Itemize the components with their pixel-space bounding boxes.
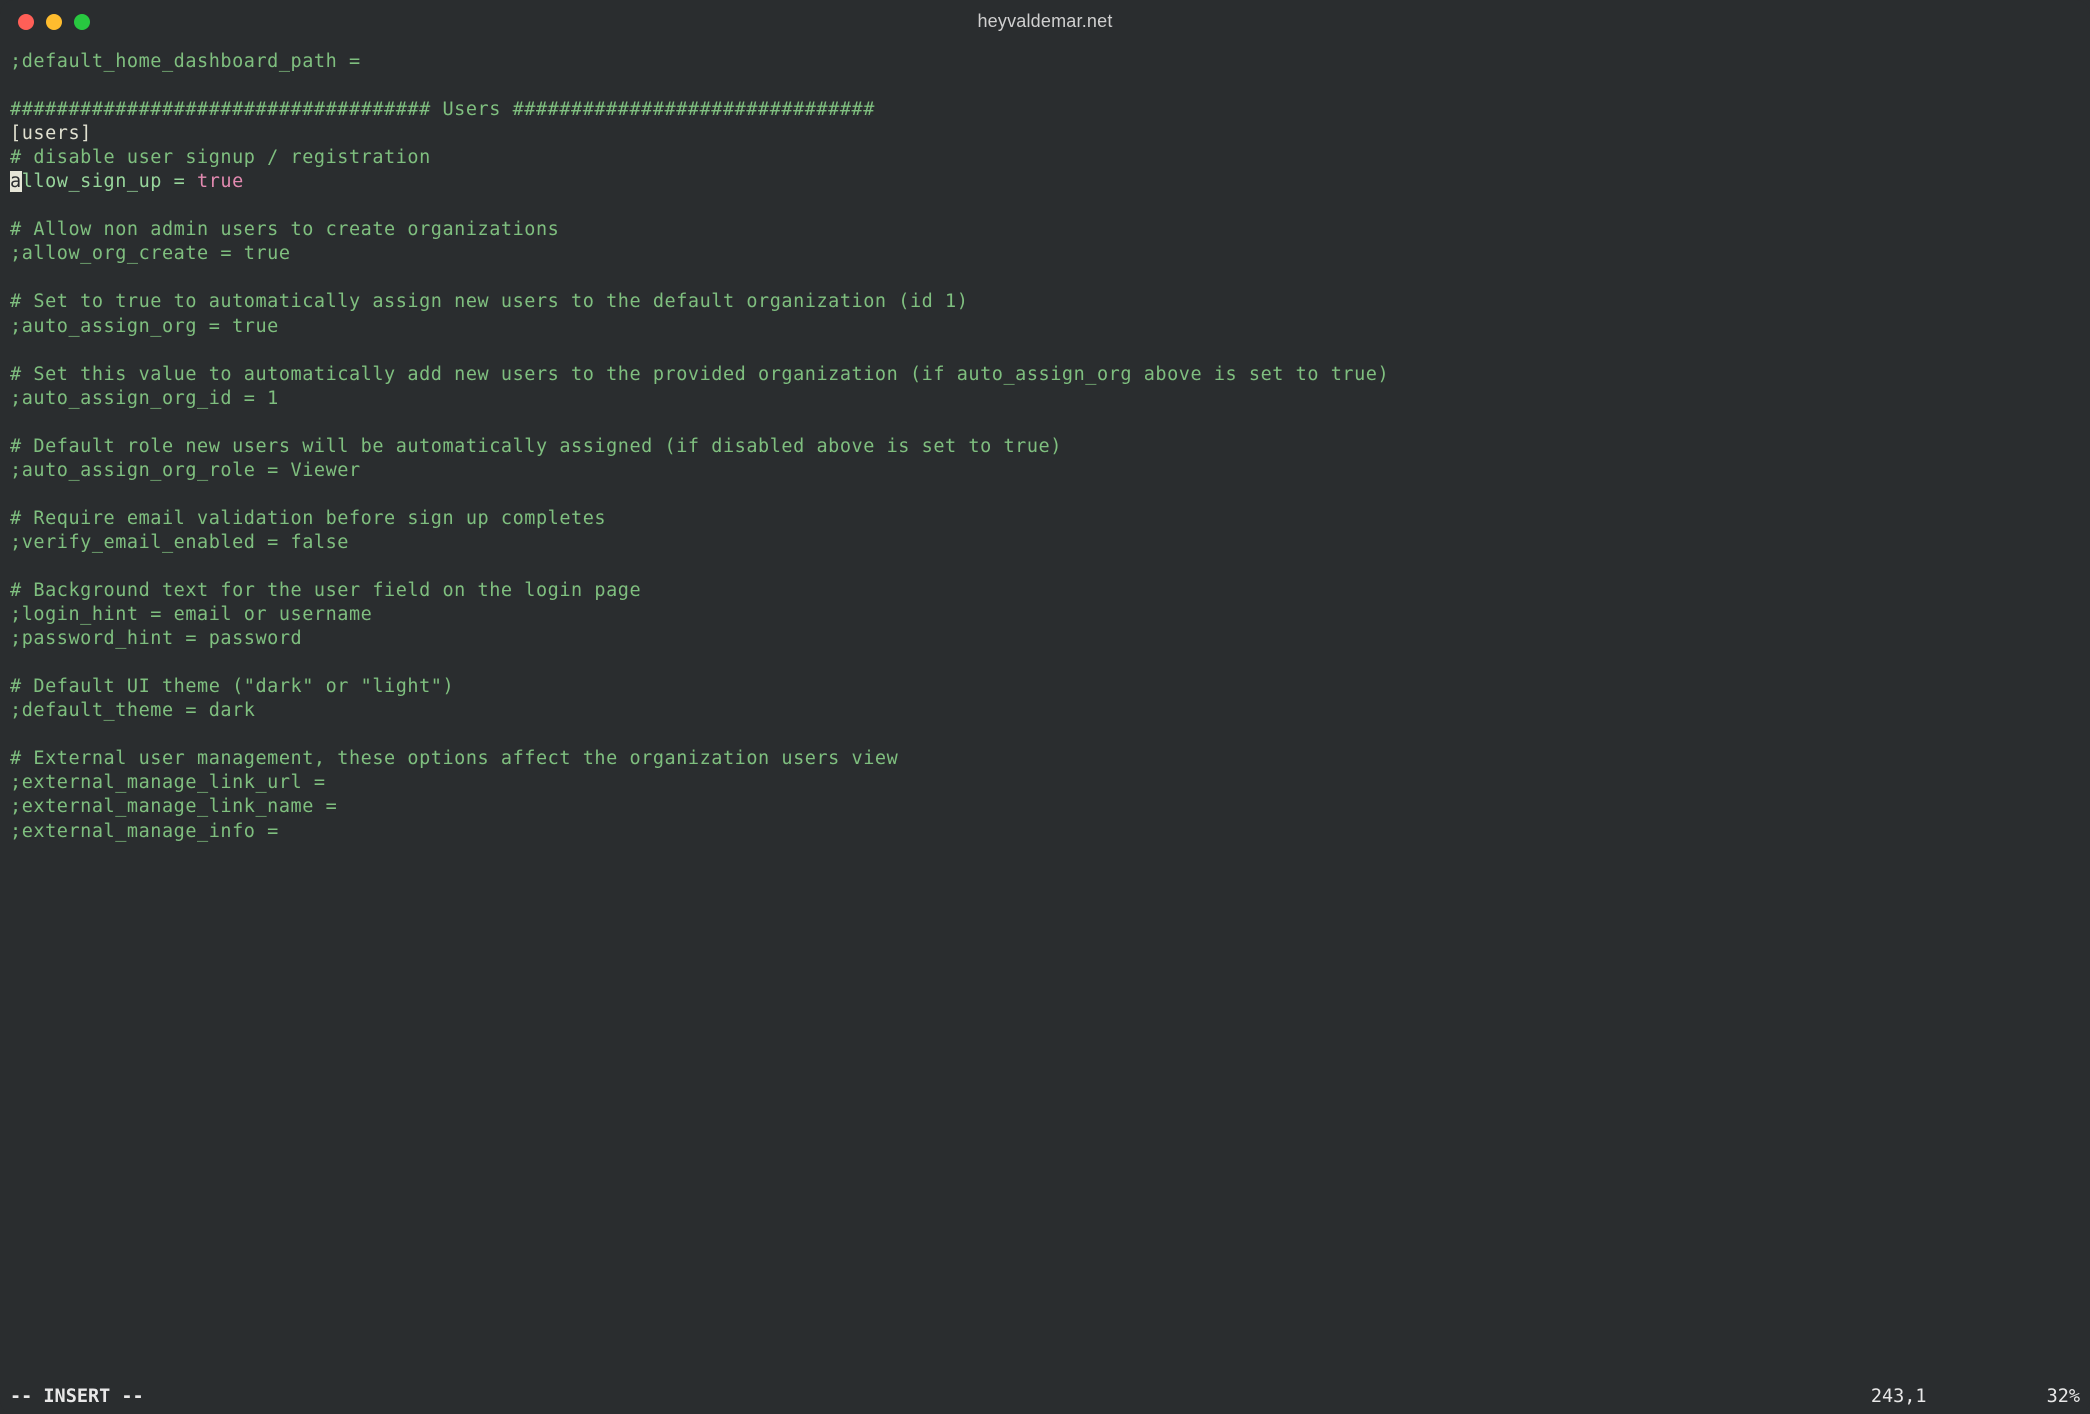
titlebar: heyvaldemar.net (0, 0, 2090, 44)
comment-line: # Set to true to automatically assign ne… (10, 291, 968, 312)
comment-line: # Default role new users will be automat… (10, 436, 1062, 457)
comment-line: # Set this value to automatically add ne… (10, 364, 1389, 385)
comment-line: # Require email validation before sign u… (10, 508, 606, 529)
config-line: ;auto_assign_org_role = Viewer (10, 460, 361, 481)
comment-line: # External user management, these option… (10, 748, 898, 769)
config-line: ;external_manage_link_name = (10, 796, 337, 817)
section-users: [users] (10, 123, 92, 144)
vim-mode: -- INSERT -- (10, 1385, 144, 1409)
config-line: ;default_home_dashboard_path = (10, 51, 361, 72)
close-button[interactable] (18, 14, 34, 30)
config-line: ;login_hint = email or username (10, 604, 372, 625)
config-line: ;external_manage_link_url = (10, 772, 326, 793)
cursor: a (10, 171, 22, 192)
config-line: ;auto_assign_org_id = 1 (10, 388, 279, 409)
value-true: true (197, 171, 244, 192)
scroll-percent: 32% (2047, 1385, 2080, 1409)
cursor-position: 243,1 (1871, 1385, 1927, 1409)
config-line: ;allow_org_create = true (10, 243, 291, 264)
comment-line: # Background text for the user field on … (10, 580, 641, 601)
minimize-button[interactable] (46, 14, 62, 30)
traffic-lights (18, 14, 90, 30)
equals: = (162, 171, 197, 192)
config-line: ;verify_email_enabled = false (10, 532, 349, 553)
comment-line: # disable user signup / registration (10, 147, 431, 168)
comment-line: # Allow non admin users to create organi… (10, 219, 559, 240)
config-line: ;external_manage_info = (10, 821, 279, 842)
editor-content[interactable]: ;default_home_dashboard_path = #########… (0, 44, 2090, 1384)
config-line: ;default_theme = dark (10, 700, 255, 721)
window-title: heyvaldemar.net (16, 10, 2074, 33)
config-line: ;auto_assign_org = true (10, 316, 279, 337)
section-header: #################################### Use… (10, 99, 875, 120)
maximize-button[interactable] (74, 14, 90, 30)
comment-line: # Default UI theme ("dark" or "light") (10, 676, 454, 697)
terminal-window: heyvaldemar.net ;default_home_dashboard_… (0, 0, 2090, 1414)
key-allow-sign-up: llow_sign_up (22, 171, 162, 192)
vim-statusbar: -- INSERT -- 243,1 32% (0, 1384, 2090, 1414)
config-line: ;password_hint = password (10, 628, 302, 649)
